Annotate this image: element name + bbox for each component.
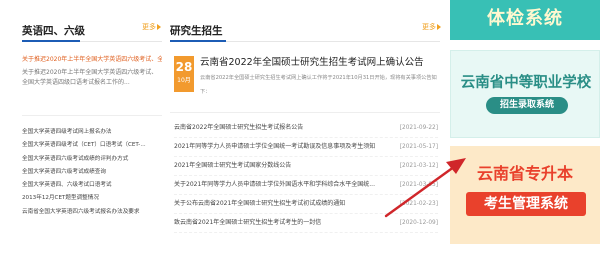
upgrade-management-button[interactable]: 考生管理系统 bbox=[466, 192, 586, 216]
vocational-admission-button[interactable]: 招生录取系统 bbox=[486, 97, 568, 114]
english-cet-featured[interactable]: 关于推迟2020年上半年全国大学英语四六级考试、全 关于推迟2020年上半年全国… bbox=[22, 55, 162, 88]
graduate-admission-header: 研究生招生 bbox=[170, 20, 223, 40]
news-title[interactable]: 关于2021年同等学力人员申请硕士学位外国语水平和学科综合水平全国统... bbox=[174, 176, 375, 194]
list-item[interactable]: 全国大学英语四六级考试成绩的评判办方式 bbox=[22, 153, 164, 166]
list-item[interactable]: 2013年12月CET题型调整情况 bbox=[22, 192, 164, 205]
news-title[interactable]: 2021年同等学力人员申请硕士学位全国统一考试勘误及信息事项及考生须知 bbox=[174, 138, 375, 156]
list-item[interactable]: 全国大学英语四六级考试成绩查询 bbox=[22, 166, 164, 179]
english-cet-featured-desc: 关于推迟2020年上半年全国大学英语四六级考试、全国大学英语四级口语考试报名工作… bbox=[22, 69, 158, 86]
graduate-admission-divider-accent bbox=[170, 40, 226, 42]
english-cet-divider-accent bbox=[22, 40, 80, 42]
vocational-admission-banner[interactable]: 云南省中等职业学校 招生录取系统 bbox=[450, 50, 600, 138]
graduate-separator bbox=[170, 112, 440, 113]
news-title[interactable]: 云南省2022年全国硕士研究生招生考试报名公告 bbox=[174, 119, 303, 137]
news-title[interactable]: 2021年全国硕士研究生考试国家分数线公告 bbox=[174, 157, 291, 175]
news-row[interactable]: 云南省2022年全国硕士研究生招生考试报名公告 [2021-09-22] bbox=[174, 119, 438, 138]
english-cet-more-link[interactable]: 更多 bbox=[142, 22, 161, 32]
english-cet-separator bbox=[22, 115, 162, 116]
list-item[interactable]: 全国大学英语四级考试（CET）口语考试（CET-... bbox=[22, 139, 164, 152]
upgrade-banner-title: 云南省专升本 bbox=[476, 164, 573, 183]
graduate-admission-divider bbox=[170, 40, 440, 42]
graduate-admission-section: 研究生招生 更多 28 10月 云南省2022年全国硕士研究生招生考试网上确认公… bbox=[170, 0, 440, 259]
english-cet-divider bbox=[22, 40, 162, 42]
news-date: [2021-09-22] bbox=[399, 125, 438, 131]
english-cet-header: 英语四、六级 bbox=[22, 20, 85, 40]
graduate-featured-desc: 云南省2022年全国硕士研究生招生考试网上确认工作将于2021年10月31日开始… bbox=[200, 75, 437, 95]
annotation-arrow-icon bbox=[384, 158, 466, 218]
graduate-featured-title[interactable]: 云南省2022年全国硕士研究生招生考试网上确认公告 bbox=[200, 54, 424, 68]
english-cet-section: 英语四、六级 更多 关于推迟2020年上半年全国大学英语四六级考试、全 关于推迟… bbox=[0, 0, 162, 259]
physical-exam-system-label: 体检系统 bbox=[487, 8, 563, 29]
english-cet-title: 英语四、六级 bbox=[22, 24, 85, 37]
featured-date-day: 28 bbox=[175, 60, 193, 74]
graduate-admission-title: 研究生招生 bbox=[170, 24, 223, 37]
news-title[interactable]: 致云南省2021年全国硕士研究生招生考试考生的一封信 bbox=[174, 214, 321, 232]
physical-exam-system-banner[interactable]: 体检系统 bbox=[450, 0, 600, 40]
news-title[interactable]: 关于公布云南省2021年全国硕士研究生招生考试初试成绩的通知 bbox=[174, 195, 345, 213]
upgrade-exam-banner[interactable]: 云南省专升本 考生管理系统 bbox=[450, 146, 600, 244]
english-cet-featured-title[interactable]: 关于推迟2020年上半年全国大学英语四六级考试、全 bbox=[22, 55, 162, 64]
list-item[interactable]: 全国大学英语四级考试网上报名办法 bbox=[22, 126, 164, 139]
list-item[interactable]: 云南省全国大学英语四六级考试报名办法及要求 bbox=[22, 206, 164, 219]
english-cet-list: 全国大学英语四级考试网上报名办法 全国大学英语四级考试（CET）口语考试（CET… bbox=[22, 126, 164, 219]
graduate-admission-more-link[interactable]: 更多 bbox=[422, 22, 441, 32]
featured-date-badge: 28 10月 bbox=[174, 56, 194, 92]
list-item[interactable]: 全国大学英语四、六级考试口语考试 bbox=[22, 179, 164, 192]
vocational-banner-title: 云南省中等职业学校 bbox=[460, 75, 592, 91]
featured-date-month: 10月 bbox=[177, 77, 191, 84]
